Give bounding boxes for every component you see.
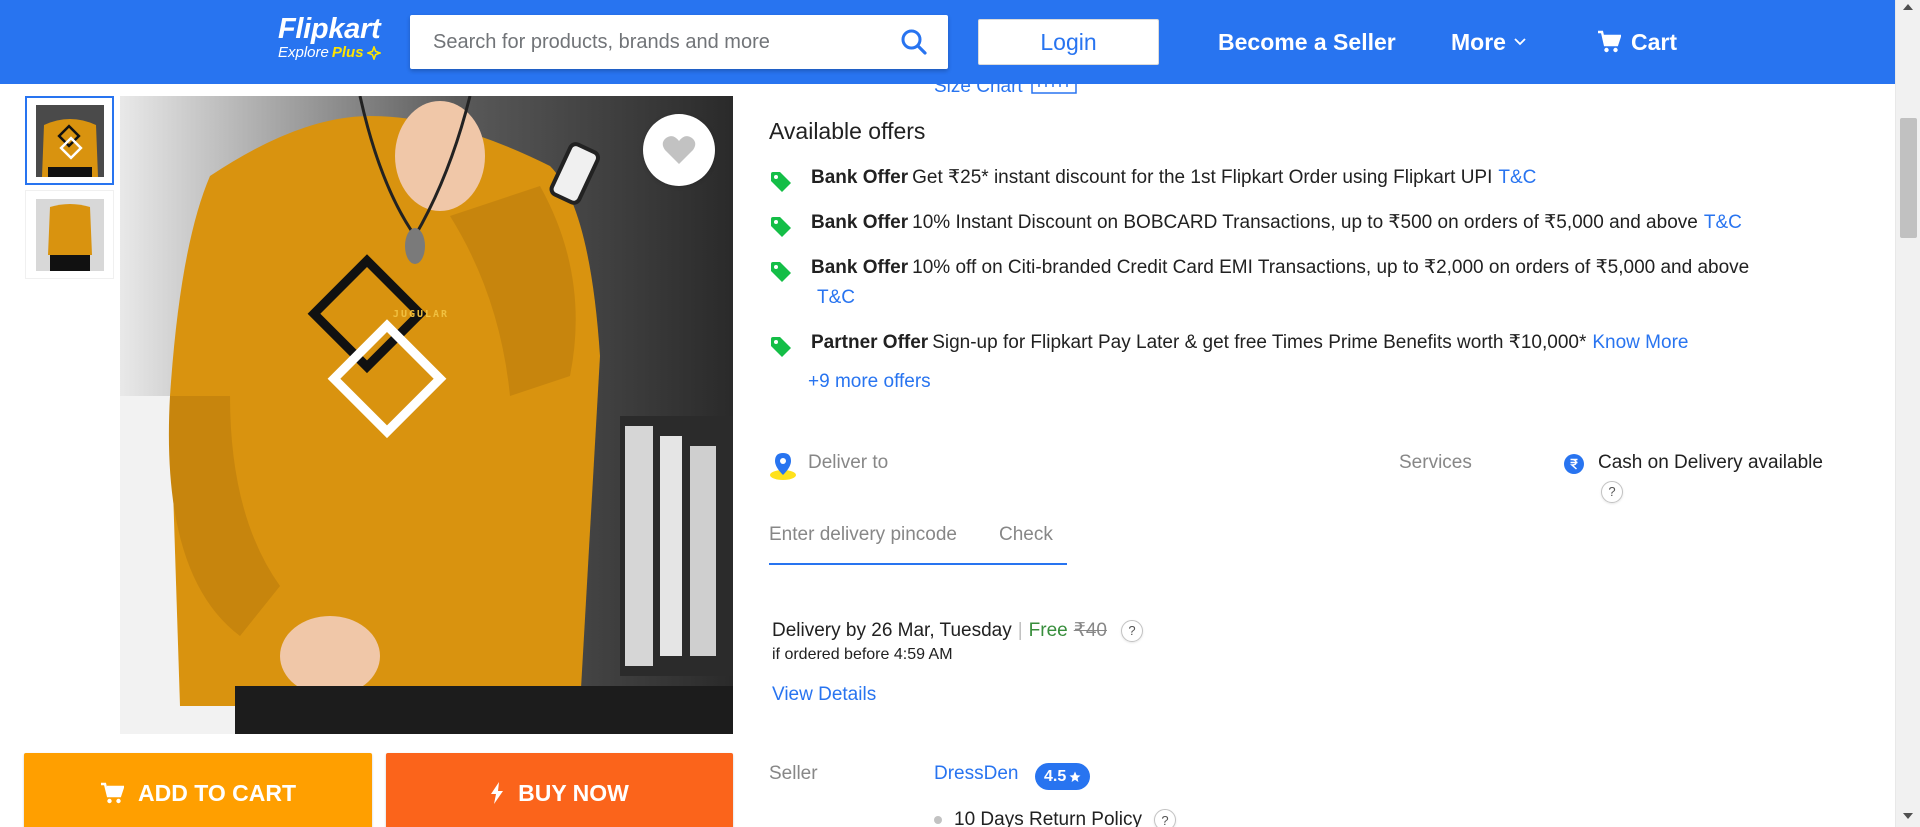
offer-tag-icon (771, 337, 791, 357)
buy-now-label: BUY NOW (518, 779, 629, 806)
size-chart-link[interactable]: Size Chart (934, 76, 1077, 98)
return-policy-text: 10 Days Return Policy (954, 809, 1142, 827)
logo-plus-text: Plus (331, 44, 364, 61)
pincode-field: Check (769, 518, 1067, 565)
offer-tag-icon (771, 217, 791, 237)
pincode-input[interactable] (769, 523, 999, 558)
seller-name-link[interactable]: DressDen (934, 763, 1018, 785)
thumbnail-image-front (35, 104, 104, 177)
bullet-dot (934, 816, 942, 824)
delivery-cutoff: if ordered before 4:59 AM (772, 646, 953, 663)
print-text: JUGULAR (392, 309, 450, 320)
logo-tagline: Explore Plus (278, 44, 398, 62)
cod-text: Cash on Delivery available (1598, 452, 1823, 473)
offer-kind: Partner Offer (811, 332, 929, 353)
delivery-help-icon[interactable]: ? (1120, 619, 1143, 642)
flipkart-logo[interactable]: Flipkart Explore Plus (278, 14, 398, 68)
logo-wordmark: Flipkart (278, 13, 381, 45)
delivery-free-label: Free (1028, 619, 1068, 641)
delivery-separator: | (1017, 619, 1023, 641)
heart-icon (662, 136, 696, 164)
product-photo (120, 96, 733, 734)
logo-tagline-text: Explore (278, 44, 329, 61)
search-input[interactable] (410, 15, 880, 69)
return-policy-help-icon[interactable]: ? (1153, 809, 1176, 827)
add-to-cart-button[interactable]: ADD TO CART (24, 753, 372, 827)
offer-text: 10% Instant Discount on BOBCARD Transact… (912, 212, 1698, 233)
scroll-up-arrow-icon[interactable] (1903, 4, 1913, 10)
cart-icon (1598, 30, 1621, 53)
seller-label: Seller (769, 763, 818, 784)
search-button[interactable] (880, 15, 948, 69)
offer-text: Get ₹25* instant discount for the 1st Fl… (912, 167, 1493, 188)
offer-tag-icon (771, 262, 791, 282)
search-bar (410, 15, 948, 69)
star-icon (1069, 771, 1081, 782)
delivery-date: Delivery by 26 Mar, Tuesday (772, 619, 1012, 641)
cart-icon (100, 782, 124, 804)
more-label: More (1451, 29, 1506, 55)
offer-text: Sign-up for Flipkart Pay Later & get fre… (932, 332, 1587, 353)
services-label: Services (1399, 452, 1472, 473)
offer-tc-link[interactable]: T&C (817, 287, 855, 308)
rupee-icon (1564, 454, 1584, 474)
add-to-cart-label: ADD TO CART (137, 779, 296, 806)
product-main-image[interactable]: JUGULAR (120, 96, 733, 734)
lightning-icon (491, 782, 504, 804)
search-icon (901, 29, 927, 55)
more-menu[interactable]: More (1451, 26, 1526, 58)
available-offers-title: Available offers (769, 118, 926, 144)
cart-label: Cart (1631, 29, 1678, 55)
buy-now-button[interactable]: BUY NOW (386, 753, 733, 827)
page-scrollbar[interactable] (1895, 0, 1920, 827)
seller-rating-badge: 4.5 (1035, 763, 1091, 790)
wishlist-button[interactable] (643, 114, 715, 186)
become-seller-link[interactable]: Become a Seller (1218, 26, 1396, 58)
offer-item: Partner Offer Sign-up for Flipkart Pay La… (769, 328, 1859, 369)
offer-know-more-link[interactable]: Know More (1592, 332, 1688, 353)
size-chart-label: Size Chart (934, 76, 1023, 97)
cod-service: Cash on Delivery available ? (1564, 452, 1823, 503)
thumbnail-1[interactable] (25, 96, 114, 185)
thumbnail-2[interactable] (25, 190, 114, 279)
seller-rating-value: 4.5 (1044, 767, 1067, 785)
delivery-original-fee: ₹40 (1073, 620, 1107, 641)
offer-item: Bank Offer Get ₹25* instant discount for … (769, 163, 1859, 204)
top-header: Flipkart Explore Plus Login Become a Sel… (0, 0, 1895, 84)
plus-star-icon (366, 46, 381, 60)
login-button[interactable]: Login (978, 19, 1159, 65)
chevron-down-icon (1514, 38, 1526, 46)
scroll-down-arrow-icon[interactable] (1903, 813, 1913, 819)
offer-kind: Bank Offer (811, 257, 909, 278)
offer-item: Bank Offer 10% off on Citi-branded Credit… (769, 253, 1859, 313)
offer-kind: Bank Offer (811, 212, 909, 233)
ruler-icon (1030, 80, 1077, 94)
view-details-link[interactable]: View Details (772, 684, 876, 706)
return-policy: 10 Days Return Policy ? (934, 809, 1176, 827)
cart-link[interactable]: Cart (1597, 26, 1677, 58)
delivery-estimate: Delivery by 26 Mar, Tuesday | Free ₹40 ? (772, 619, 1143, 642)
deliver-to-label: Deliver to (808, 452, 889, 473)
offer-text: 10% off on Citi-branded Credit Card EMI … (912, 257, 1750, 278)
offer-tag-icon (771, 172, 791, 192)
more-offers-link[interactable]: +9 more offers (808, 371, 931, 393)
offer-tc-link[interactable]: T&C (1498, 167, 1536, 188)
location-pin-icon (769, 451, 797, 486)
scroll-thumb[interactable] (1900, 118, 1917, 238)
offer-tc-link[interactable]: T&C (1704, 212, 1742, 233)
check-pincode-button[interactable]: Check (999, 524, 1053, 558)
cod-help-icon[interactable]: ? (1601, 480, 1623, 503)
offer-item: Bank Offer 10% Instant Discount on BOBCAR… (769, 208, 1859, 249)
offer-kind: Bank Offer (811, 167, 909, 188)
thumbnail-image-back (35, 198, 104, 271)
